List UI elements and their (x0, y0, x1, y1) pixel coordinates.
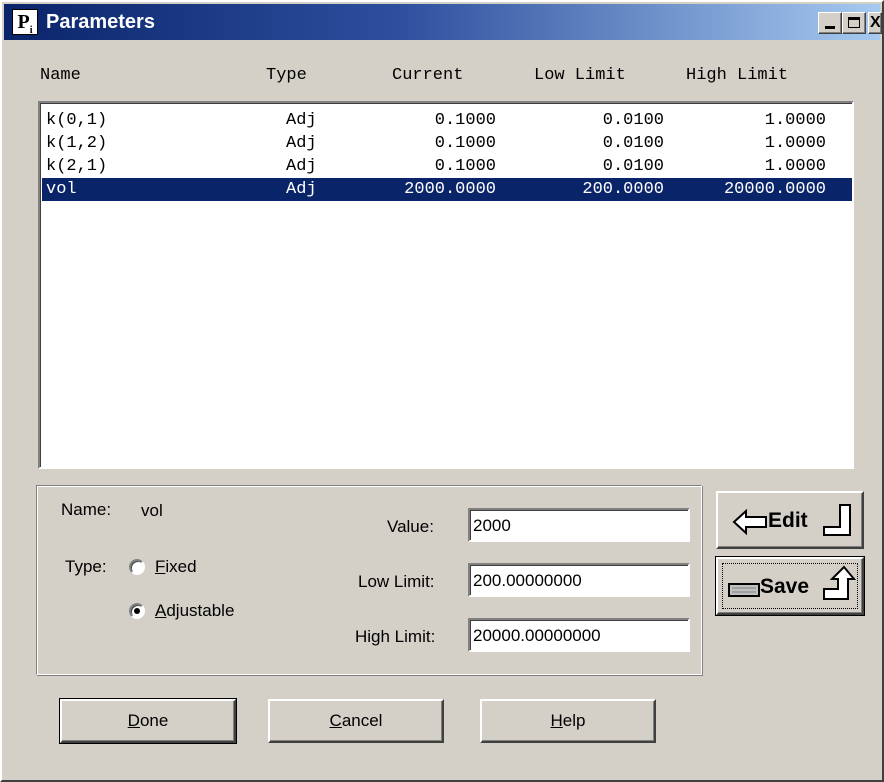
radio-selected-dot (134, 608, 140, 614)
name-label: Name: (61, 500, 112, 519)
help-button[interactable]: Help (480, 699, 656, 743)
param-name: vol (46, 180, 77, 199)
edit-button[interactable]: Edit (716, 491, 864, 549)
param-low-limit: 200.0000 (582, 180, 664, 199)
left-arrow-icon (732, 509, 767, 535)
param-name: k(0,1) (46, 111, 108, 130)
save-button[interactable]: Save (715, 556, 865, 616)
fixed-radio-label[interactable]: Fixed (155, 557, 197, 577)
param-name: k(1,2) (46, 134, 108, 153)
param-low-limit: 0.0100 (602, 134, 664, 153)
param-current: 0.1000 (434, 134, 496, 153)
param-current: 2000.0000 (404, 180, 496, 199)
param-low-limit: 0.0100 (602, 111, 664, 130)
close-button[interactable]: X (868, 12, 882, 34)
column-header-type: Type (266, 66, 307, 85)
column-header-current: Current (392, 66, 464, 85)
return-arrow-icon (823, 504, 851, 536)
value-field[interactable]: 2000 (468, 508, 690, 542)
done-button-label: Done (127, 711, 169, 730)
list-item[interactable]: k(2,1) Adj 0.1000 0.0100 1.0000 (42, 155, 852, 178)
name-value: vol (141, 501, 163, 520)
minimize-button[interactable] (818, 12, 842, 34)
type-label: Type: (65, 557, 107, 576)
maximize-icon (848, 17, 860, 28)
param-name: k(2,1) (46, 157, 108, 176)
column-headers: Name Type Current Low Limit High Limit (2, 66, 884, 86)
up-return-arrow-icon (823, 565, 856, 600)
adjustable-radio[interactable] (129, 603, 145, 619)
param-high-limit: 20000.0000 (723, 180, 826, 199)
column-header-low-limit: Low Limit (534, 66, 626, 85)
param-high-limit: 1.0000 (764, 111, 826, 130)
adjustable-radio-label[interactable]: Adjustable (155, 601, 234, 621)
save-bar-icon (728, 583, 760, 597)
cancel-button-label: Cancel (329, 711, 383, 730)
app-icon: Pi (12, 9, 38, 36)
list-item[interactable]: k(0,1) Adj 0.1000 0.0100 1.0000 (42, 109, 852, 132)
help-button-label: Help (550, 711, 586, 730)
param-current: 0.1000 (434, 157, 496, 176)
param-type: Adj (286, 157, 317, 176)
param-type: Adj (286, 111, 317, 130)
window-title: Parameters (46, 11, 155, 33)
edit-button-label: Edit (768, 509, 808, 532)
fixed-radio[interactable] (129, 559, 145, 575)
param-high-limit: 1.0000 (764, 157, 826, 176)
column-header-name: Name (40, 66, 81, 85)
param-type: Adj (286, 180, 317, 199)
param-type: Adj (286, 134, 317, 153)
parameters-window: Pi Parameters X Name Type Current Low Li… (0, 0, 884, 782)
param-low-limit: 0.0100 (602, 157, 664, 176)
maximize-button[interactable] (842, 12, 866, 34)
list-item-selected[interactable]: vol Adj 2000.0000 200.0000 20000.0000 (42, 178, 852, 201)
high-limit-field[interactable]: 20000.00000000 (468, 618, 690, 652)
save-button-label: Save (760, 575, 810, 598)
done-button[interactable]: Done (59, 698, 237, 744)
list-item[interactable]: k(1,2) Adj 0.1000 0.0100 1.0000 (42, 132, 852, 155)
param-current: 0.1000 (434, 111, 496, 130)
minimize-icon (825, 26, 835, 29)
parameter-list[interactable]: k(0,1) Adj 0.1000 0.0100 1.0000 k(1,2) A… (38, 101, 854, 469)
column-header-high-limit: High Limit (686, 66, 789, 85)
parameter-editor-group: Name: vol Type: Fixed Adjustable Value: … (36, 485, 702, 675)
title-bar[interactable]: Pi Parameters X (4, 4, 882, 40)
cancel-button[interactable]: Cancel (268, 699, 444, 743)
high-limit-label: High Limit: (355, 627, 436, 646)
low-limit-field[interactable]: 200.00000000 (468, 563, 690, 597)
close-icon: X (870, 14, 881, 31)
value-label: Value: (387, 517, 434, 536)
low-limit-label: Low Limit: (358, 572, 435, 591)
param-high-limit: 1.0000 (764, 134, 826, 153)
